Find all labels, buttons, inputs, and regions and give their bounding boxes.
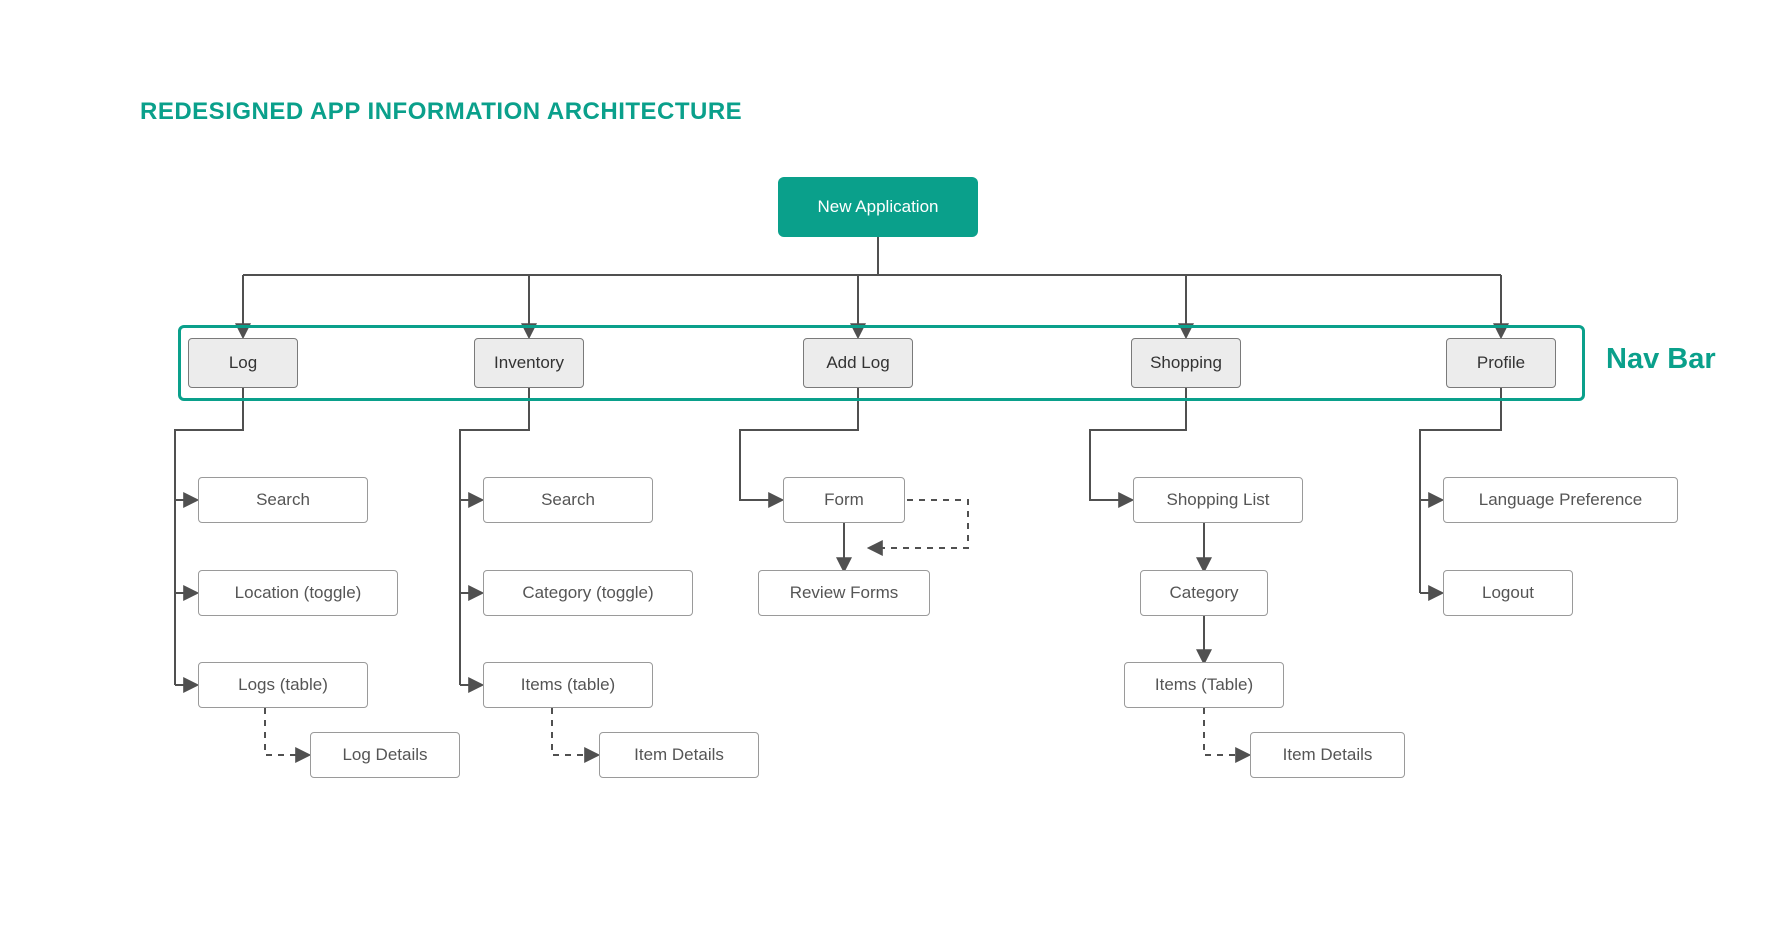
node-nav-profile: Profile (1446, 338, 1556, 388)
diagram-title: REDESIGNED APP INFORMATION ARCHITECTURE (140, 98, 742, 126)
node-shopping-list: Shopping List (1133, 477, 1303, 523)
node-shopping-category: Category (1140, 570, 1268, 616)
node-inventory-details: Item Details (599, 732, 759, 778)
node-profile-logout: Logout (1443, 570, 1573, 616)
node-log-logs: Logs (table) (198, 662, 368, 708)
node-profile-language: Language Preference (1443, 477, 1678, 523)
node-nav-log: Log (188, 338, 298, 388)
node-inventory-items: Items (table) (483, 662, 653, 708)
node-inventory-category: Category (toggle) (483, 570, 693, 616)
node-inventory-search: Search (483, 477, 653, 523)
nav-bar-label: Nav Bar (1606, 343, 1716, 376)
node-nav-shopping: Shopping (1131, 338, 1241, 388)
node-addlog-review: Review Forms (758, 570, 930, 616)
node-shopping-details: Item Details (1250, 732, 1405, 778)
node-log-details: Log Details (310, 732, 460, 778)
node-root: New Application (778, 177, 978, 237)
node-log-location: Location (toggle) (198, 570, 398, 616)
node-nav-inventory: Inventory (474, 338, 584, 388)
node-addlog-form: Form (783, 477, 905, 523)
node-log-search: Search (198, 477, 368, 523)
connector-lines (0, 0, 1782, 928)
node-shopping-items: Items (Table) (1124, 662, 1284, 708)
node-nav-addlog: Add Log (803, 338, 913, 388)
